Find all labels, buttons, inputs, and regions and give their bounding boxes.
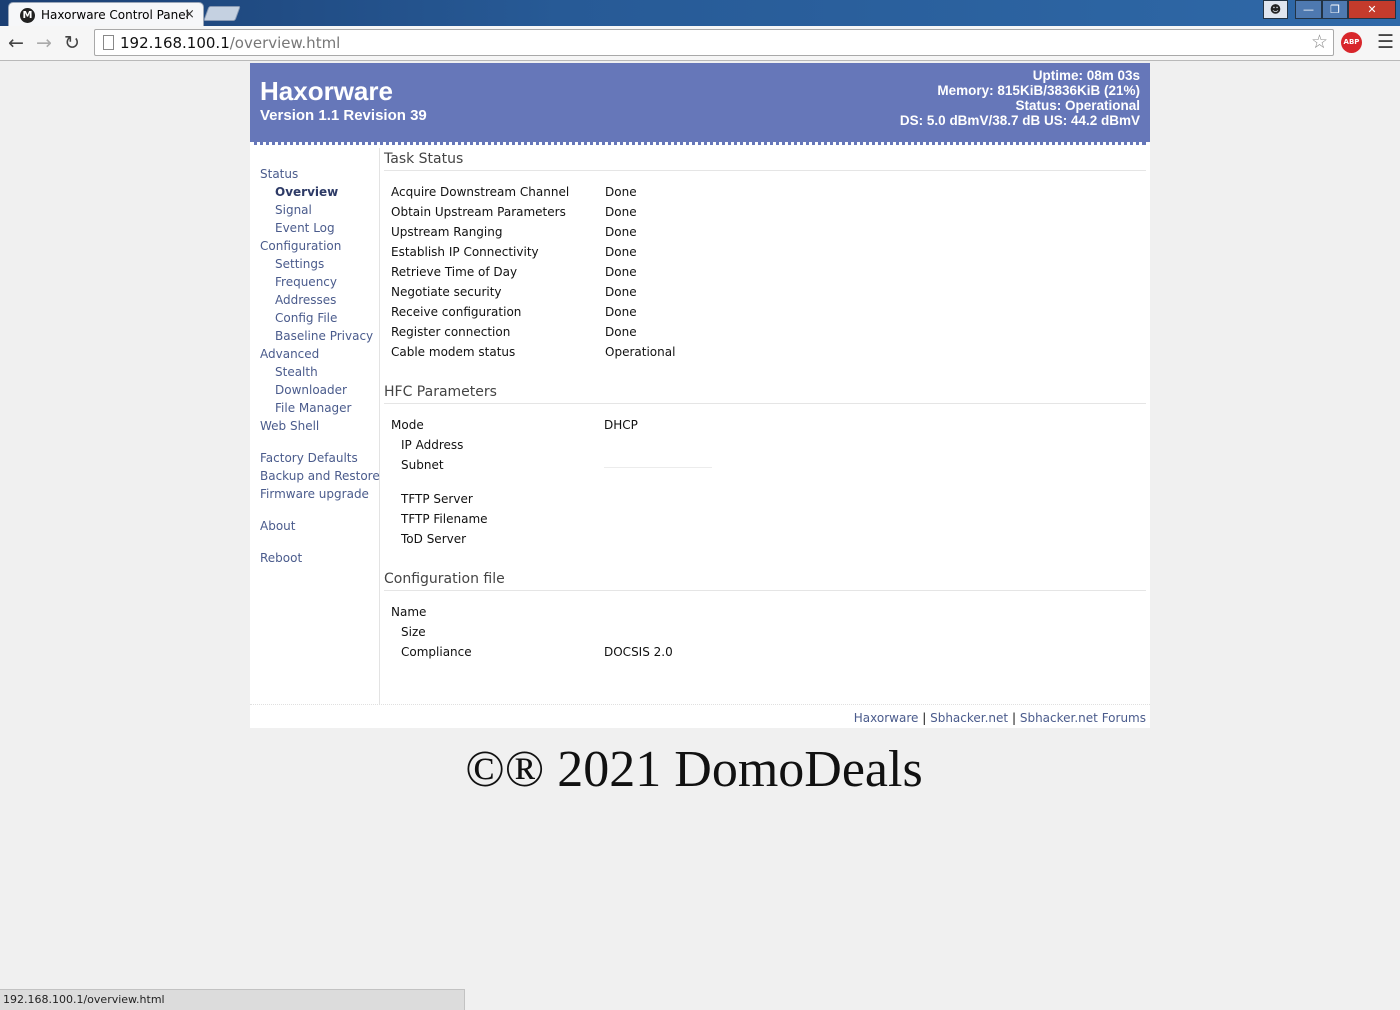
bookmark-star-icon[interactable]: ☆ xyxy=(1311,31,1328,53)
nav-status[interactable]: Status xyxy=(260,167,298,181)
minimize-button[interactable]: — xyxy=(1295,0,1322,19)
nav-configuration[interactable]: Configuration xyxy=(260,239,341,253)
task-status-value: Done xyxy=(605,205,637,219)
config-file-title: Configuration file xyxy=(384,571,1146,591)
browser-tab[interactable]: M Haxorware Control Panel × xyxy=(8,2,204,27)
nav-config-file[interactable]: Config File xyxy=(275,311,337,325)
nav-addresses[interactable]: Addresses xyxy=(275,293,336,307)
url-text[interactable]: 192.168.100.1/overview.html xyxy=(120,34,340,52)
chrome-menu-icon[interactable]: ☰ xyxy=(1377,31,1394,53)
nav-frequency[interactable]: Frequency xyxy=(275,275,337,289)
status-text: Status: Operational xyxy=(1015,98,1140,113)
nav-reboot[interactable]: Reboot xyxy=(260,551,302,565)
adblock-plus-icon[interactable]: ABP xyxy=(1341,32,1362,53)
task-status-title: Task Status xyxy=(384,151,1146,171)
task-status-value: Done xyxy=(605,185,637,199)
task-status-value: Done xyxy=(605,225,637,239)
tab-title: Haxorware Control Panel xyxy=(41,8,189,22)
task-status-value: Done xyxy=(605,285,637,299)
page-footer: Haxorware | Sbhacker.net | Sbhacker.net … xyxy=(250,704,1150,728)
tab-close-icon[interactable]: × xyxy=(184,7,195,22)
task-status-label: Upstream Ranging xyxy=(391,225,503,239)
task-status-value: Done xyxy=(605,305,637,319)
page-container: Haxorware Version 1.1 Revision 39 Uptime… xyxy=(250,63,1150,728)
nav-signal[interactable]: Signal xyxy=(275,203,312,217)
nav-file-manager[interactable]: File Manager xyxy=(275,401,352,415)
config-name-label: Name xyxy=(391,605,427,619)
task-status-label: Acquire Downstream Channel xyxy=(391,185,570,199)
url-host: 192.168.100.1 xyxy=(120,34,230,52)
task-status-label: Negotiate security xyxy=(391,285,502,299)
url-path: /overview.html xyxy=(229,34,341,52)
motorola-logo-icon: M xyxy=(20,8,35,23)
hfc-tftp-server-label: TFTP Server xyxy=(401,492,473,506)
task-status-label: Obtain Upstream Parameters xyxy=(391,205,566,219)
maximize-button[interactable]: ❐ xyxy=(1322,0,1348,19)
copyright-watermark: ©® 2021 DomoDeals xyxy=(465,741,923,798)
task-status-value: Done xyxy=(605,265,637,279)
sidebar-nav: Status Overview Signal Event Log Configu… xyxy=(250,148,380,705)
nav-overview[interactable]: Overview xyxy=(275,185,338,199)
nav-about[interactable]: About xyxy=(260,519,295,533)
app-title: Haxorware xyxy=(260,76,393,106)
browser-status-bar: 192.168.100.1/overview.html xyxy=(0,989,465,1010)
hfc-tod-server-label: ToD Server xyxy=(401,532,467,546)
task-status-label: Cable modem status xyxy=(391,345,516,359)
hfc-mode-value: DHCP xyxy=(604,418,638,432)
task-status-label: Retrieve Time of Day xyxy=(391,265,518,279)
config-compliance-label: Compliance xyxy=(401,645,472,659)
nav-advanced[interactable]: Advanced xyxy=(260,347,319,361)
header-stats: Uptime: 08m 03s Memory: 815KiB/3836KiB (… xyxy=(900,68,1140,128)
nav-baseline-privacy[interactable]: Baseline Privacy xyxy=(275,329,373,343)
hfc-ip-label: IP Address xyxy=(401,438,464,452)
forward-arrow-icon[interactable]: → xyxy=(36,32,52,54)
hfc-parameters-title: HFC Parameters xyxy=(384,384,1146,404)
memory-text: Memory: 815KiB/3836KiB (21%) xyxy=(937,83,1140,98)
footer-link-haxorware[interactable]: Haxorware xyxy=(854,711,919,725)
nav-downloader[interactable]: Downloader xyxy=(275,383,347,397)
app-version: Version 1.1 Revision 39 xyxy=(260,107,427,124)
nav-backup-restore[interactable]: Backup and Restore xyxy=(260,469,380,483)
page-icon xyxy=(103,35,114,50)
hfc-subnet-label: Subnet xyxy=(401,458,444,472)
config-size-label: Size xyxy=(401,625,426,639)
page-header: Haxorware Version 1.1 Revision 39 Uptime… xyxy=(250,63,1150,145)
close-window-button[interactable]: ✕ xyxy=(1348,0,1396,19)
signal-levels-text: DS: 5.0 dBmV/38.7 dB US: 44.2 dBmV xyxy=(899,113,1140,128)
footer-separator: | xyxy=(1011,711,1017,725)
task-status-value: Done xyxy=(605,245,637,259)
hfc-mode-label: Mode xyxy=(391,418,424,432)
footer-separator: | xyxy=(922,711,927,725)
nav-settings[interactable]: Settings xyxy=(275,257,324,271)
task-status-label: Register connection xyxy=(391,325,511,339)
nav-event-log[interactable]: Event Log xyxy=(275,221,335,235)
nav-firmware-upgrade[interactable]: Firmware upgrade xyxy=(260,487,369,501)
address-bar[interactable]: 192.168.100.1/overview.html ☆ xyxy=(94,29,1334,56)
task-status-value: Operational xyxy=(605,345,676,359)
footer-links: Haxorware | Sbhacker.net | Sbhacker.net … xyxy=(854,711,1146,725)
browser-titlebar: M Haxorware Control Panel × ☻ — ❐ ✕ xyxy=(0,0,1400,27)
task-status-label: Establish IP Connectivity xyxy=(391,245,539,259)
new-tab-button[interactable] xyxy=(203,6,241,21)
footer-link-sbhacker-forums[interactable]: Sbhacker.net Forums xyxy=(1020,711,1146,725)
back-arrow-icon[interactable]: ← xyxy=(8,32,24,54)
footer-link-sbhacker[interactable]: Sbhacker.net xyxy=(930,711,1008,725)
subnet-divider xyxy=(604,467,712,468)
hfc-tftp-filename-label: TFTP Filename xyxy=(401,512,488,526)
reload-icon[interactable]: ↻ xyxy=(64,32,80,54)
status-bar-url: 192.168.100.1/overview.html xyxy=(3,993,165,1006)
browser-toolbar: ← → ↻ 192.168.100.1/overview.html ☆ ABP … xyxy=(0,26,1400,61)
task-status-label: Receive configuration xyxy=(391,305,522,319)
config-compliance-value: DOCSIS 2.0 xyxy=(604,645,673,659)
task-status-value: Done xyxy=(605,325,637,339)
nav-stealth[interactable]: Stealth xyxy=(275,365,318,379)
uptime-text: Uptime: 08m 03s xyxy=(1032,68,1140,83)
nav-web-shell[interactable]: Web Shell xyxy=(260,419,319,433)
user-profile-icon[interactable]: ☻ xyxy=(1263,0,1288,19)
nav-factory-defaults[interactable]: Factory Defaults xyxy=(260,451,358,465)
